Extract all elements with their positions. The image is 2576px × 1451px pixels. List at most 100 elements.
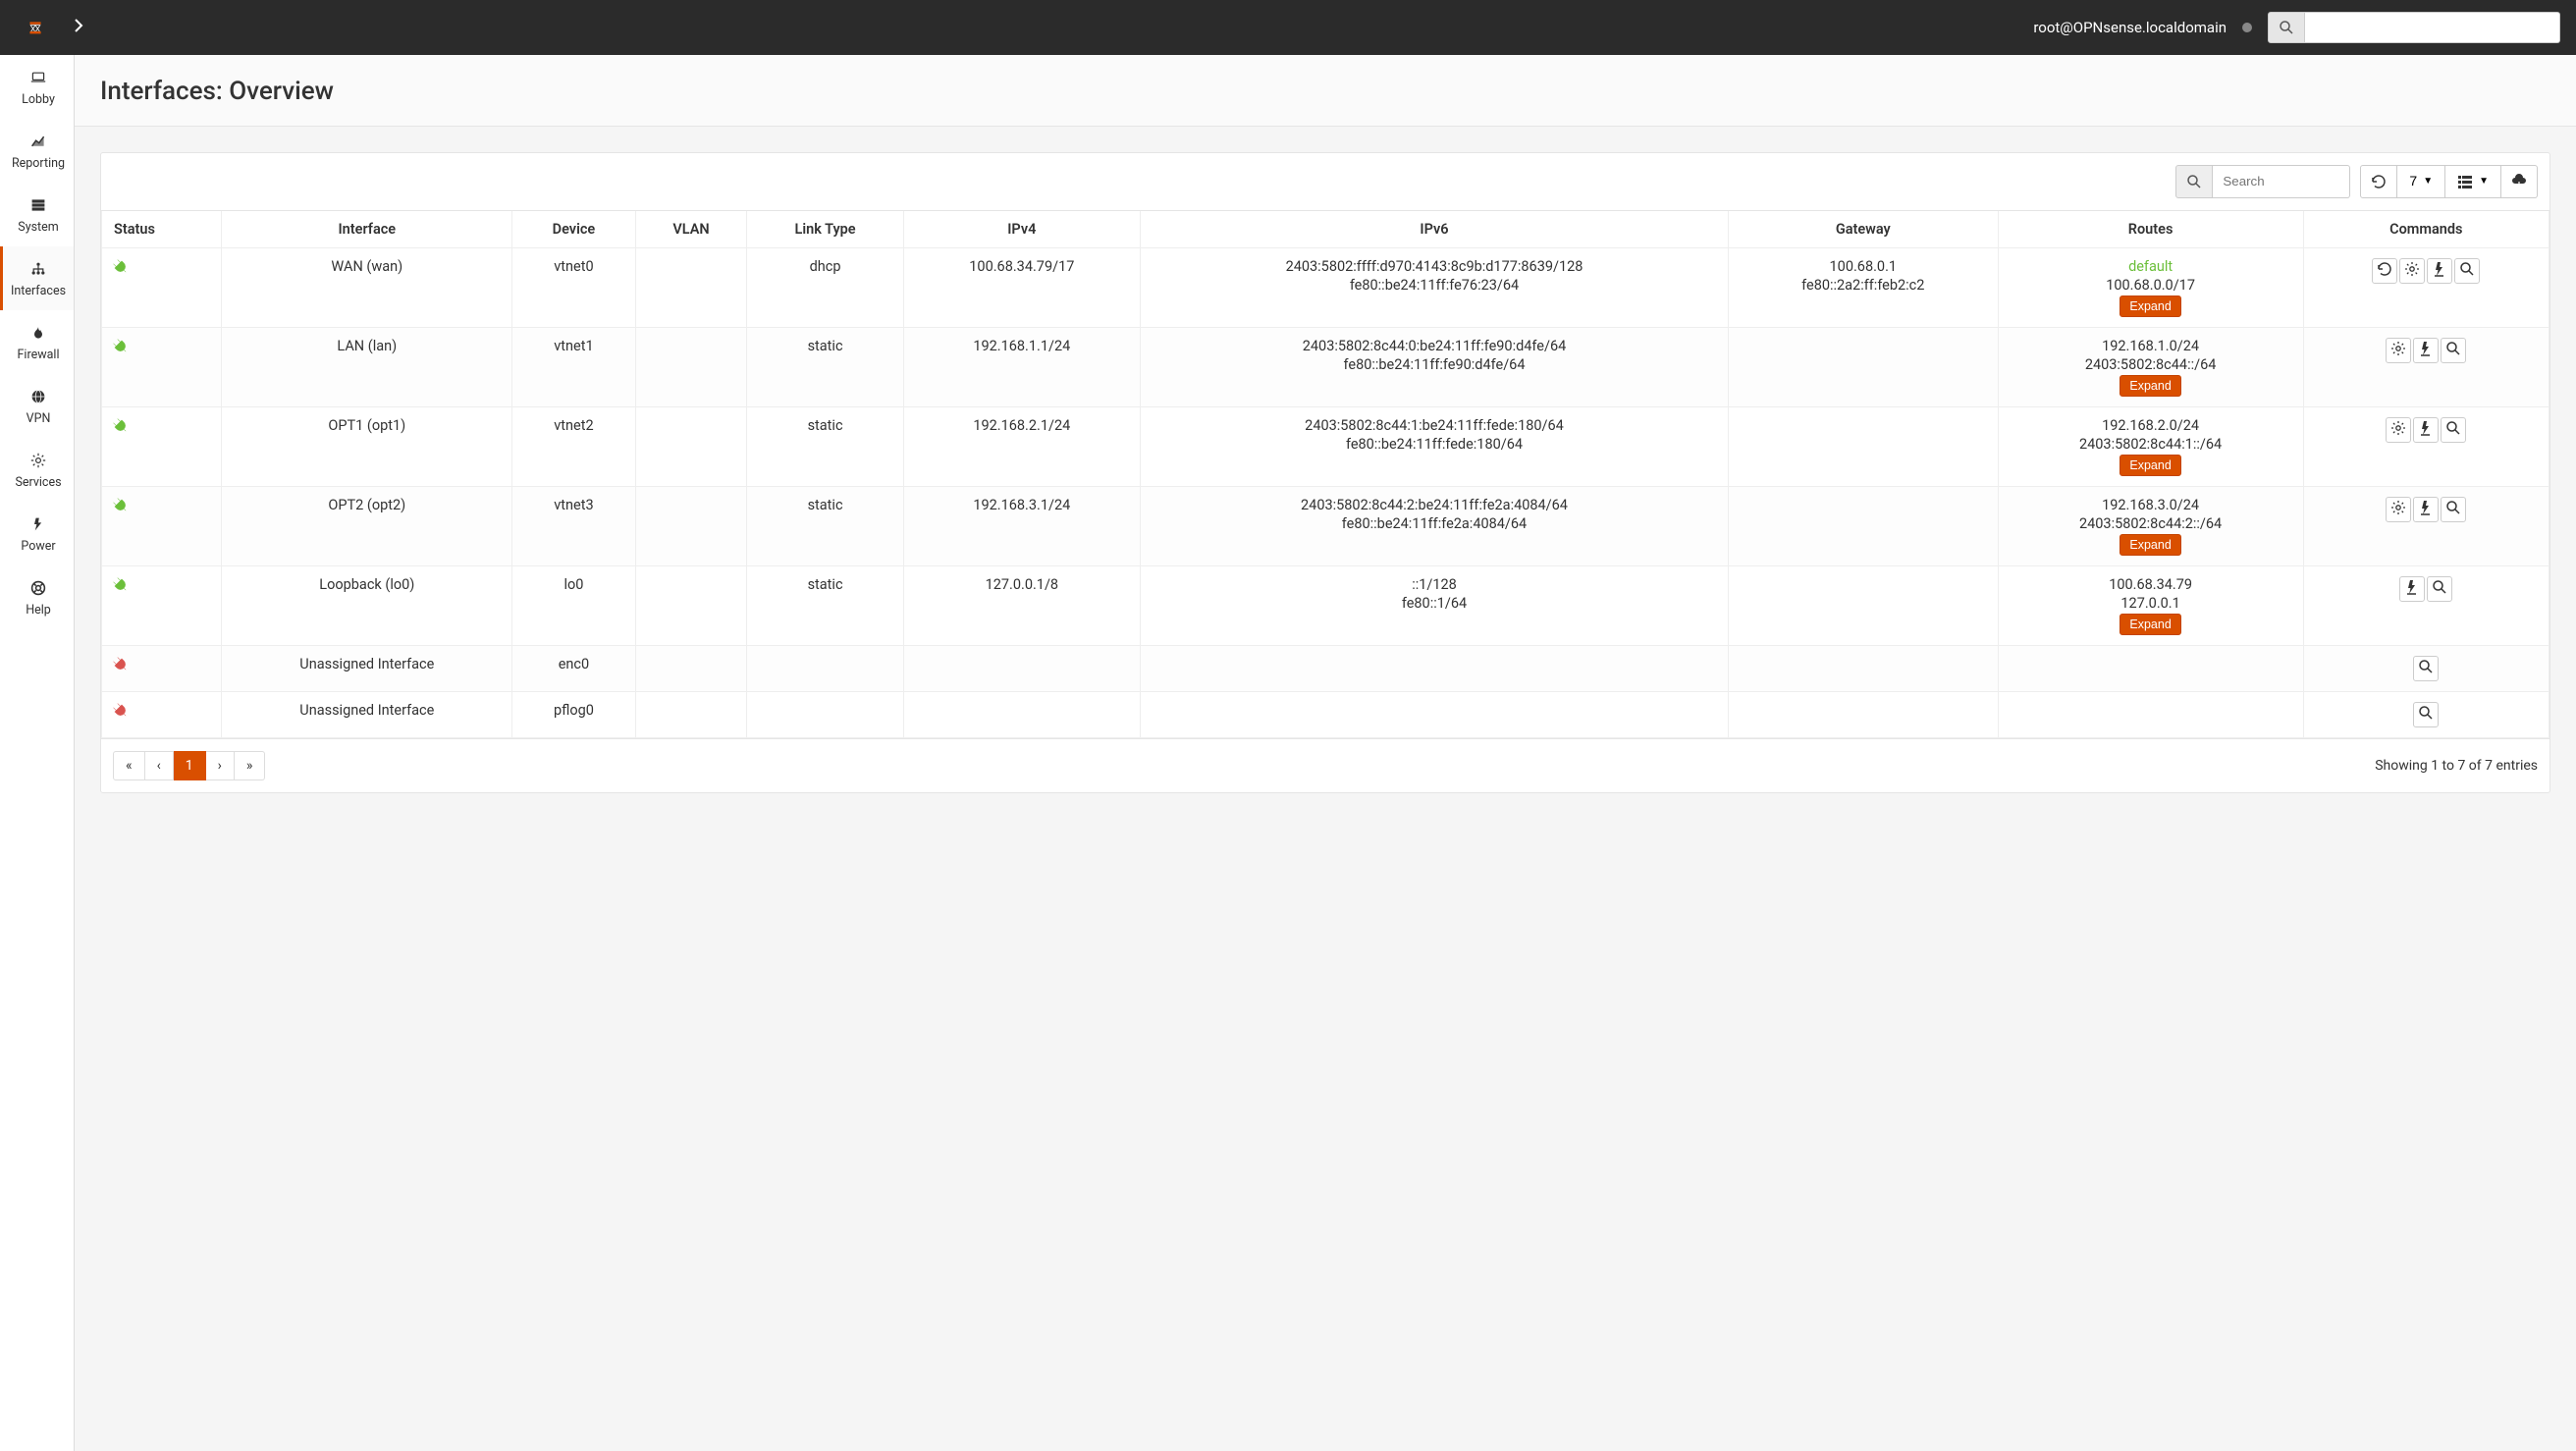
column-header[interactable]: Status <box>102 211 222 248</box>
cmd-bolt-button[interactable] <box>2427 258 2452 284</box>
cell-commands <box>2303 486 2549 565</box>
logo-area <box>16 8 86 47</box>
expand-button[interactable]: Expand <box>2120 296 2180 317</box>
renew-icon <box>2404 579 2420 598</box>
cell-ipv6 <box>1141 691 1729 737</box>
cmd-refresh-button[interactable] <box>2372 258 2397 284</box>
column-header[interactable]: Routes <box>1998 211 2303 248</box>
plug-icon <box>109 494 134 518</box>
cmd-search-button[interactable] <box>2454 258 2480 284</box>
expand-button[interactable]: Expand <box>2120 614 2180 635</box>
table-row: OPT2 (opt2)vtnet3static192.168.3.1/24240… <box>102 486 2549 565</box>
sidebar-item-label: Power <box>21 539 55 554</box>
sidebar-item-interfaces[interactable]: Interfaces <box>0 246 74 310</box>
cell-device: pflog0 <box>512 691 635 737</box>
top-search-input[interactable] <box>2305 12 2560 43</box>
renew-icon <box>2418 341 2434 359</box>
table-row: LAN (lan)vtnet1static192.168.1.1/242403:… <box>102 327 2549 406</box>
cmd-search-button[interactable] <box>2427 576 2452 602</box>
panel-search-button[interactable] <box>2175 165 2213 198</box>
sidebar-item-reporting[interactable]: Reporting <box>0 119 74 183</box>
route-value: 2403:5802:8c44:2::/64 <box>2079 515 2222 532</box>
top-search-button[interactable] <box>2268 12 2305 43</box>
sidebar-item-lobby[interactable]: Lobby <box>0 55 74 119</box>
panel-toolbar: 7▼ ▼ <box>101 153 2549 211</box>
column-header[interactable]: Link Type <box>747 211 903 248</box>
cell-commands <box>2303 565 2549 645</box>
column-header[interactable]: Interface <box>222 211 512 248</box>
page-last[interactable]: » <box>235 751 266 780</box>
sidebar-item-power[interactable]: Power <box>0 502 74 565</box>
column-header[interactable]: VLAN <box>635 211 747 248</box>
expand-button[interactable]: Expand <box>2120 375 2180 397</box>
cell-vlan <box>635 247 747 327</box>
page-next[interactable]: › <box>206 751 235 780</box>
export-button[interactable] <box>2501 165 2538 198</box>
column-header[interactable]: Device <box>512 211 635 248</box>
cell-device: vtnet1 <box>512 327 635 406</box>
cell-link-type <box>747 645 903 691</box>
table-row: Unassigned Interfacepflog0 <box>102 691 2549 737</box>
sidebar-item-label: Interfaces <box>11 284 66 298</box>
cmd-gear-button[interactable] <box>2399 258 2425 284</box>
gear-icon <box>2390 420 2406 439</box>
gear-icon <box>2390 500 2406 518</box>
route-value: 127.0.0.1 <box>2120 595 2179 612</box>
refresh-button[interactable] <box>2360 165 2397 198</box>
cmd-search-button[interactable] <box>2441 417 2466 443</box>
cell-interface: Unassigned Interface <box>222 691 512 737</box>
sidebar-item-system[interactable]: System <box>0 183 74 246</box>
sidebar-item-label: System <box>18 220 58 235</box>
cmd-search-button[interactable] <box>2441 338 2466 363</box>
page-size-value: 7 <box>2409 172 2417 191</box>
cell-gateway <box>1729 565 1999 645</box>
cell-device: vtnet2 <box>512 406 635 486</box>
column-header[interactable]: Commands <box>2303 211 2549 248</box>
page-size-dropdown[interactable]: 7▼ <box>2397 165 2445 198</box>
page-prev[interactable]: ‹ <box>145 751 174 780</box>
chart-icon <box>27 131 49 152</box>
sidebar-item-services[interactable]: Services <box>0 438 74 502</box>
sidebar-item-firewall[interactable]: Firewall <box>0 310 74 374</box>
cell-link-type: static <box>747 406 903 486</box>
cmd-gear-button[interactable] <box>2386 497 2411 522</box>
list-icon <box>2457 174 2473 189</box>
chevron-down-icon: ▼ <box>2479 175 2489 188</box>
sidebar-item-vpn[interactable]: VPN <box>0 374 74 438</box>
route-value: 100.68.34.79 <box>2109 576 2192 593</box>
sidebar-item-label: VPN <box>27 411 51 426</box>
sidebar-item-label: Services <box>15 475 61 490</box>
cmd-bolt-button[interactable] <box>2413 338 2439 363</box>
opnsense-logo-icon[interactable] <box>16 8 55 47</box>
expand-button[interactable]: Expand <box>2120 455 2180 476</box>
sidebar-item-help[interactable]: Help <box>0 565 74 629</box>
cmd-search-button[interactable] <box>2441 497 2466 522</box>
top-right: root@OPNsense.localdomain <box>2033 12 2560 43</box>
panel-search-input[interactable] <box>2213 165 2350 198</box>
cmd-search-button[interactable] <box>2413 702 2439 727</box>
route-value: 2403:5802:8c44::/64 <box>2085 356 2217 373</box>
column-header[interactable]: Gateway <box>1729 211 1999 248</box>
renew-icon <box>2432 261 2447 280</box>
menu-toggle-icon[interactable] <box>71 18 86 38</box>
cloud-download-icon <box>2511 174 2527 189</box>
cell-routes <box>1998 691 2303 737</box>
plug-icon <box>109 699 134 724</box>
table-row: OPT1 (opt1)vtnet2static192.168.2.1/24240… <box>102 406 2549 486</box>
cmd-bolt-button[interactable] <box>2413 417 2439 443</box>
column-header[interactable]: IPv4 <box>903 211 1140 248</box>
cmd-bolt-button[interactable] <box>2413 497 2439 522</box>
plug-icon <box>109 335 134 359</box>
expand-button[interactable]: Expand <box>2120 534 2180 556</box>
cmd-gear-button[interactable] <box>2386 417 2411 443</box>
cmd-gear-button[interactable] <box>2386 338 2411 363</box>
cmd-search-button[interactable] <box>2413 656 2439 681</box>
cmd-bolt-button[interactable] <box>2399 576 2425 602</box>
entries-info: Showing 1 to 7 of 7 entries <box>2375 758 2538 774</box>
columns-dropdown[interactable]: ▼ <box>2445 165 2501 198</box>
refresh-icon <box>2377 261 2392 280</box>
table-row: Unassigned Interfaceenc0 <box>102 645 2549 691</box>
column-header[interactable]: IPv6 <box>1141 211 1729 248</box>
page-first[interactable]: « <box>113 751 145 780</box>
page-1[interactable]: 1 <box>174 751 206 780</box>
